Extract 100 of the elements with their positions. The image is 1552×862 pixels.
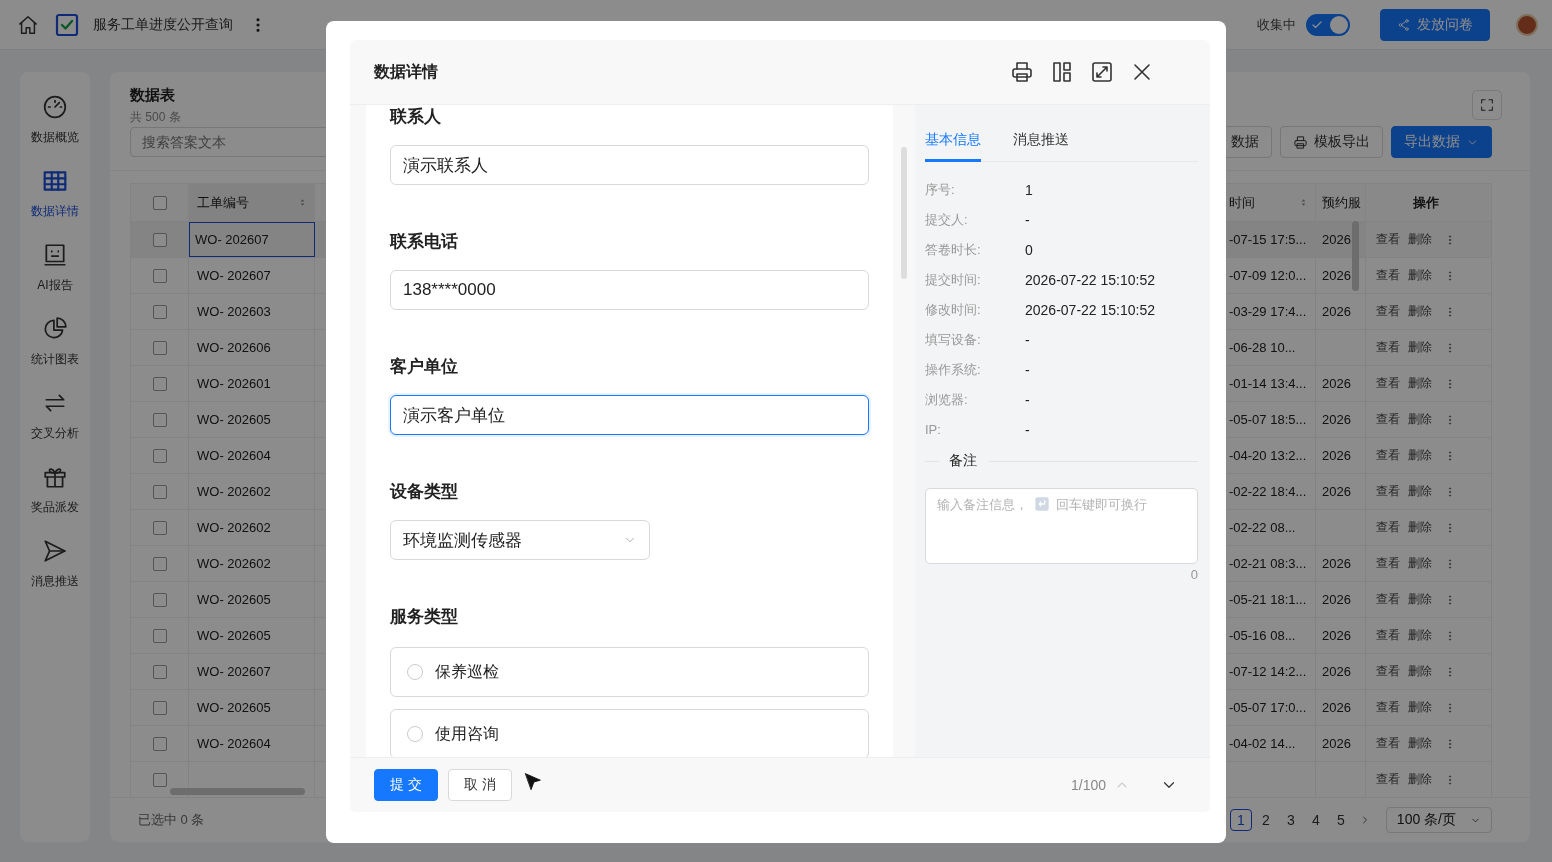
home-icon[interactable]: [17, 13, 39, 36]
action-link[interactable]: 删除: [1408, 339, 1432, 356]
select-all-checkbox[interactable]: [152, 195, 167, 210]
action-link[interactable]: 查看: [1376, 411, 1400, 428]
cancel-button[interactable]: 取 消: [447, 769, 512, 801]
export-button[interactable]: 导出数据: [1391, 126, 1492, 158]
expand-icon[interactable]: [1090, 60, 1114, 84]
action-link[interactable]: 删除: [1408, 555, 1432, 572]
sidebar-item[interactable]: 统计图表: [20, 316, 90, 368]
action-link[interactable]: 删除: [1408, 447, 1432, 464]
action-link[interactable]: 删除: [1408, 663, 1432, 680]
sidebar-item[interactable]: 交叉分析: [20, 390, 90, 442]
action-link[interactable]: 查看: [1376, 591, 1400, 608]
horizontal-scrollbar[interactable]: [170, 788, 305, 795]
page-button[interactable]: 3: [1279, 809, 1302, 831]
action-link[interactable]: 查看: [1376, 771, 1400, 788]
sidebar-item[interactable]: 消息推送: [20, 538, 90, 590]
row-checkbox[interactable]: [152, 340, 167, 355]
action-link[interactable]: 删除: [1408, 483, 1432, 500]
action-link[interactable]: 查看: [1376, 231, 1400, 248]
radio-option[interactable]: 保养巡检: [390, 647, 869, 697]
sidebar-item[interactable]: 奖品派发: [20, 464, 90, 516]
enter-key-icon: [1034, 496, 1050, 512]
publish-button[interactable]: 发放问卷: [1380, 8, 1490, 41]
action-link[interactable]: 查看: [1376, 663, 1400, 680]
column-header[interactable]: 工单编号: [189, 184, 315, 221]
text-field[interactable]: 演示联系人: [390, 145, 869, 185]
action-link[interactable]: 查看: [1376, 267, 1400, 284]
tab[interactable]: 消息推送: [1013, 125, 1069, 162]
action-link[interactable]: 删除: [1408, 771, 1432, 788]
action-link[interactable]: 查看: [1376, 483, 1400, 500]
page-button[interactable]: 4: [1304, 809, 1327, 831]
row-checkbox[interactable]: [152, 304, 167, 319]
vertical-scrollbar[interactable]: [901, 147, 907, 279]
row-checkbox[interactable]: [152, 700, 167, 715]
send-icon: [42, 538, 68, 564]
action-link[interactable]: 删除: [1408, 591, 1432, 608]
table-cell: WO- 202606: [189, 330, 315, 365]
sidebar-item[interactable]: 数据概览: [20, 94, 90, 146]
row-checkbox[interactable]: [152, 268, 167, 283]
fullscreen-button[interactable]: [1472, 90, 1502, 120]
row-checkbox[interactable]: [152, 628, 167, 643]
section-title: 备注: [949, 452, 977, 470]
row-checkbox[interactable]: [152, 772, 167, 787]
page-button[interactable]: 5: [1329, 809, 1352, 831]
action-link[interactable]: 删除: [1408, 627, 1432, 644]
sidebar-item[interactable]: 数据详情: [20, 168, 90, 220]
action-link[interactable]: 删除: [1408, 699, 1432, 716]
character-count: 0: [1189, 567, 1198, 582]
action-link[interactable]: 删除: [1408, 267, 1432, 284]
row-checkbox[interactable]: [152, 520, 167, 535]
row-checkbox[interactable]: [152, 232, 167, 247]
text-field[interactable]: 演示客户单位: [390, 395, 869, 435]
action-link[interactable]: 查看: [1376, 339, 1400, 356]
row-checkbox[interactable]: [152, 556, 167, 571]
row-checkbox[interactable]: [152, 592, 167, 607]
row-checkbox[interactable]: [152, 736, 167, 751]
action-link[interactable]: 删除: [1408, 375, 1432, 392]
action-link[interactable]: 查看: [1376, 519, 1400, 536]
action-link[interactable]: 删除: [1408, 735, 1432, 752]
tab[interactable]: 基本信息: [925, 125, 981, 162]
action-link[interactable]: 删除: [1408, 411, 1432, 428]
table-cell: WO- 202605: [189, 618, 315, 653]
action-link[interactable]: 查看: [1376, 699, 1400, 716]
row-checkbox[interactable]: [152, 448, 167, 463]
action-link[interactable]: 查看: [1376, 627, 1400, 644]
app-title: 服务工单进度公开查询: [93, 15, 233, 34]
toolbar-button[interactable]: 模板导出: [1280, 126, 1383, 158]
action-link[interactable]: 查看: [1376, 735, 1400, 752]
collect-toggle[interactable]: [1306, 13, 1350, 36]
row-checkbox[interactable]: [152, 376, 167, 391]
action-link[interactable]: 删除: [1408, 519, 1432, 536]
action-link[interactable]: 删除: [1408, 231, 1432, 248]
action-link[interactable]: 查看: [1376, 555, 1400, 572]
text-field[interactable]: 138****0000: [390, 270, 869, 310]
vertical-scrollbar[interactable]: [1352, 221, 1359, 291]
info-label: 序号:: [925, 181, 956, 199]
submit-button[interactable]: 提 交: [374, 769, 438, 801]
table-cell: WO- 202601: [189, 366, 315, 401]
action-link[interactable]: 删除: [1408, 303, 1432, 320]
action-link[interactable]: 查看: [1376, 447, 1400, 464]
info-label: 修改时间:: [925, 301, 982, 319]
row-checkbox[interactable]: [152, 664, 167, 679]
table-cell: WO- 202604: [189, 726, 315, 761]
avatar[interactable]: [1516, 13, 1538, 36]
layout-icon[interactable]: [1050, 60, 1074, 84]
printer-icon[interactable]: [1010, 60, 1034, 84]
action-link[interactable]: 查看: [1376, 375, 1400, 392]
page-button[interactable]: 2: [1254, 809, 1277, 831]
info-label: IP:: [925, 421, 942, 439]
row-checkbox[interactable]: [152, 412, 167, 427]
action-link[interactable]: 查看: [1376, 303, 1400, 320]
record-count: 共 500 条: [130, 109, 181, 126]
page-size-select[interactable]: 100 条/页: [1385, 807, 1492, 833]
page-button[interactable]: 1: [1229, 809, 1252, 831]
info-label: 浏览器:: [925, 391, 969, 409]
pie-chart-icon: [42, 316, 68, 342]
sidebar-item[interactable]: AI报告: [20, 242, 90, 294]
dropdown[interactable]: 环境监测传感器: [390, 520, 650, 560]
row-checkbox[interactable]: [152, 484, 167, 499]
